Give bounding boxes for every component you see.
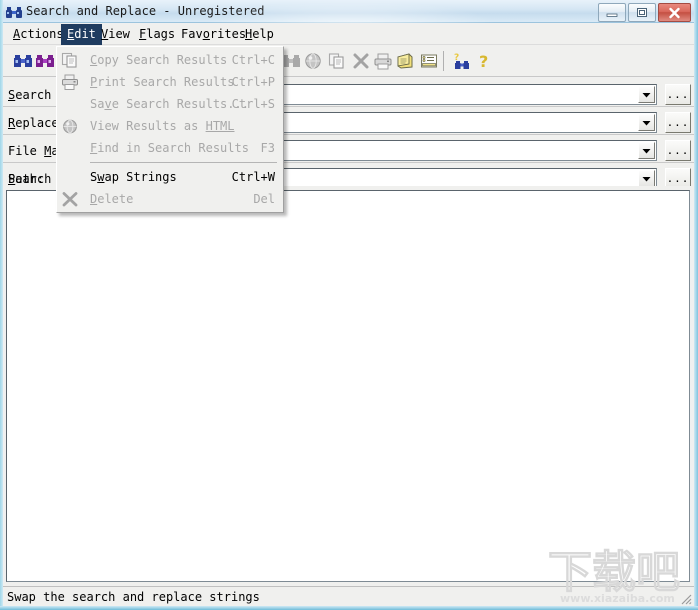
menu-item-accel: F3 bbox=[260, 141, 275, 155]
menu-item-copy-search-results[interactable]: Copy Search Results Ctrl+C bbox=[57, 49, 283, 71]
list-view-icon[interactable] bbox=[419, 51, 439, 71]
menu-help-label: elp bbox=[252, 27, 274, 41]
help-question-icon[interactable]: ? bbox=[475, 51, 495, 71]
replace-binoculars-purple-icon[interactable] bbox=[35, 51, 55, 71]
menu-item-label: Save Search Results... bbox=[90, 97, 249, 111]
find-binoculars-gray-icon bbox=[281, 51, 301, 71]
menu-item-label: Swap Strings bbox=[90, 170, 177, 184]
chevron-down-icon[interactable] bbox=[638, 142, 655, 159]
menu-item-label: Copy Search Results bbox=[90, 53, 228, 67]
binoculars-icon bbox=[6, 4, 22, 20]
menu-help[interactable]: Help bbox=[239, 24, 280, 45]
window-border-right bbox=[694, 0, 698, 610]
menu-item-accel: Ctrl+P bbox=[231, 75, 275, 89]
minimize-button[interactable] bbox=[598, 3, 626, 22]
delete-x-icon bbox=[61, 191, 79, 208]
search-results-panel[interactable] bbox=[6, 190, 690, 582]
svg-text:?: ? bbox=[479, 52, 488, 71]
menu-actions-label: ctions bbox=[20, 27, 64, 41]
menu-item-label: View Results as HTML bbox=[90, 119, 235, 133]
menu-item-accel: Del bbox=[253, 192, 275, 206]
replace-with-browse-button[interactable]: ... bbox=[665, 112, 691, 133]
menu-edit-label: dit bbox=[74, 27, 96, 41]
menu-item-label: Find in Search Results bbox=[90, 141, 249, 155]
menu-item-view-results-as-html[interactable]: View Results as HTML bbox=[57, 115, 283, 137]
print-icon bbox=[61, 74, 79, 91]
maximize-button[interactable] bbox=[628, 3, 656, 22]
menu-flags-label: lags bbox=[146, 27, 176, 41]
save-results-icon[interactable] bbox=[395, 51, 415, 71]
application-window: Search and Replace - Unregistered Action… bbox=[0, 0, 698, 610]
html-globe-icon bbox=[303, 51, 323, 71]
menu-item-print-search-results[interactable]: Print Search Results Ctrl+P bbox=[57, 71, 283, 93]
menu-item-label: Print Search Results bbox=[90, 75, 235, 89]
menu-flags[interactable]: Flags bbox=[133, 24, 181, 45]
menu-item-delete[interactable]: Delete Del bbox=[57, 188, 283, 210]
menu-view[interactable]: View bbox=[95, 24, 136, 45]
delete-x-icon bbox=[351, 51, 371, 71]
search-for-browse-button[interactable]: ... bbox=[665, 84, 691, 105]
print-icon bbox=[373, 51, 393, 71]
window-title: Search and Replace - Unregistered bbox=[26, 4, 265, 18]
menu-item-find-in-search-results[interactable]: Find in Search Results F3 bbox=[57, 137, 283, 159]
menu-item-accel: Ctrl+S bbox=[231, 97, 275, 111]
menu-item-swap-strings[interactable]: Swap Strings Ctrl+W bbox=[57, 166, 283, 188]
window-border-left bbox=[0, 0, 3, 610]
close-button[interactable] bbox=[658, 3, 691, 22]
status-bar: Swap the search and replace strings bbox=[3, 586, 694, 606]
toolbar-separator bbox=[443, 51, 444, 71]
minimize-icon bbox=[599, 4, 625, 21]
copy-icon bbox=[61, 52, 79, 69]
menu-view-label: iew bbox=[108, 27, 130, 41]
window-border-bottom bbox=[0, 606, 698, 610]
menu-separator bbox=[90, 162, 277, 163]
chevron-down-icon[interactable] bbox=[638, 114, 655, 131]
title-bar[interactable]: Search and Replace - Unregistered bbox=[0, 0, 698, 23]
status-text: Swap the search and replace strings bbox=[7, 590, 260, 604]
help-search-icon[interactable]: ? bbox=[452, 51, 472, 71]
menu-item-label: Delete bbox=[90, 192, 134, 206]
resize-grip[interactable] bbox=[678, 591, 692, 605]
search-binoculars-blue-icon[interactable] bbox=[13, 51, 33, 71]
chevron-down-icon[interactable] bbox=[638, 170, 655, 187]
menu-item-save-search-results[interactable]: Save Search Results... Ctrl+S bbox=[57, 93, 283, 115]
edit-dropdown-menu: Copy Search Results Ctrl+C Print Search … bbox=[56, 46, 284, 213]
chevron-down-icon[interactable] bbox=[638, 86, 655, 103]
menu-item-accel: Ctrl+C bbox=[231, 53, 275, 67]
globe-icon bbox=[61, 118, 79, 135]
menu-item-accel: Ctrl+W bbox=[231, 170, 275, 184]
file-masks-browse-button[interactable]: ... bbox=[665, 140, 691, 161]
maximize-icon bbox=[629, 4, 655, 21]
menu-bar: Actions Edit View Flags Favorites Help bbox=[3, 24, 694, 45]
copy-icon bbox=[327, 51, 347, 71]
close-icon bbox=[659, 4, 690, 21]
